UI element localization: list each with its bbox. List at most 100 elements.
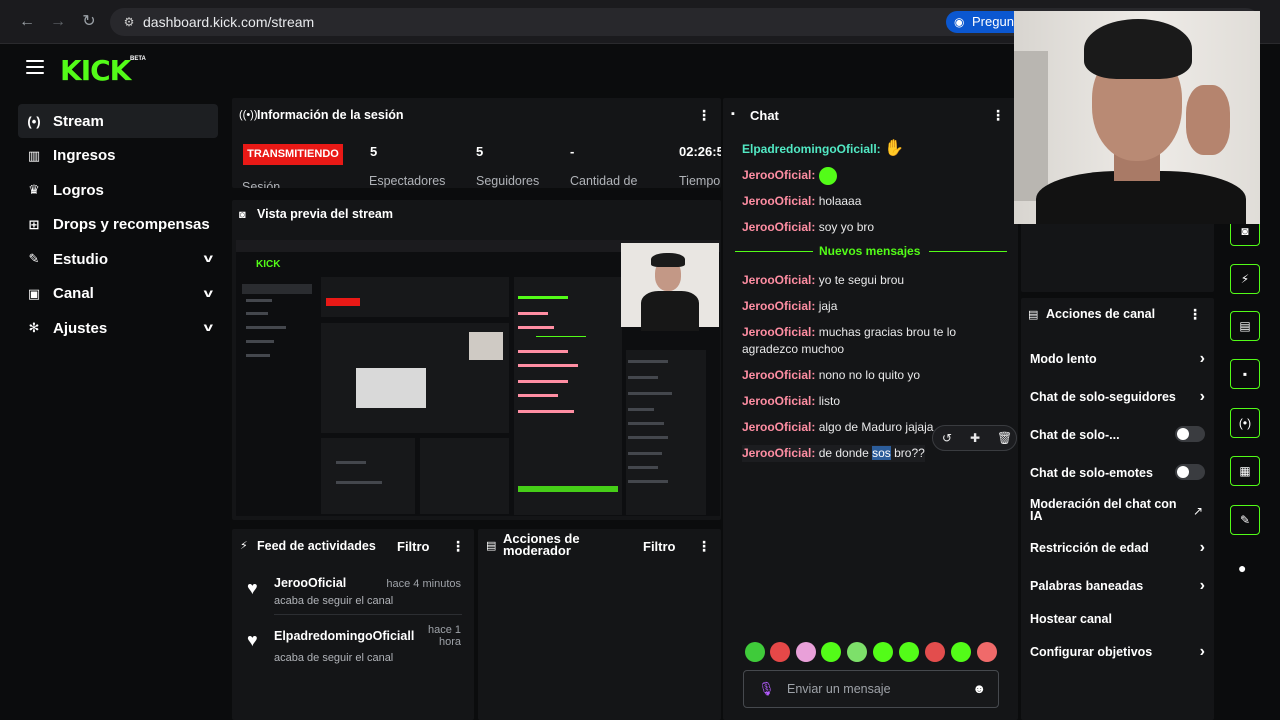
chat-message[interactable]: JerooOficial: muchas gracias brou te lo … [742,324,992,358]
chat-message[interactable]: JerooOficial: nono no lo quito yo [742,367,920,384]
webcam-overlay [1014,11,1260,224]
kick-logo[interactable]: KICK [60,54,131,87]
layout-icon[interactable]: ▦ [1230,456,1260,486]
chat-message[interactable]: ElpadredomingoOficiall: ✋ [742,140,904,158]
subs-only-toggle[interactable] [1175,426,1205,442]
back-icon[interactable]: ← [17,12,37,32]
emotes-only-toggle[interactable] [1175,464,1205,480]
emote-icon[interactable] [745,642,765,662]
document-icon[interactable]: ▤ [1230,311,1260,341]
emote-icon[interactable] [770,642,790,662]
row-label: Chat de solo-emotes [1030,466,1153,480]
chat-username[interactable]: JerooOficial: [742,368,815,382]
feed-user[interactable]: ElpadredomingoOficiall [274,629,414,643]
chat-message-input[interactable]: 🎙 Enviar un mensaje ☻ [743,670,999,708]
emote-icon[interactable] [899,642,919,662]
emote-icon[interactable] [847,642,867,662]
chat-message[interactable]: JerooOficial: algo de Maduro jajaja [742,419,933,436]
row-label: Configurar objetivos [1030,645,1153,659]
chat-username[interactable]: JerooOficial: [742,446,815,460]
mod-filter-button[interactable]: Filtro [643,539,676,554]
chat-username[interactable]: JerooOficial: [742,420,815,434]
more-options-icon[interactable]: ⋮ [991,107,1005,124]
chat-message[interactable]: JerooOficial: jaja [742,298,837,315]
stream-preview-video[interactable]: KICK [236,240,720,516]
sidebar-item-drops[interactable]: ⊞ Drops y recompensas [18,208,218,242]
age-restriction-row[interactable]: Restricción de edad › [1030,539,1205,556]
row-label: Palabras baneadas [1030,579,1144,593]
sidebar-item-ajustes[interactable]: ✻ Ajustes v [18,311,218,345]
chat-text: bro?? [890,446,925,460]
emote-icon[interactable] [951,642,971,662]
chat-message[interactable]: JerooOficial: holaaaa [742,193,861,210]
followers-only-row[interactable]: Chat de solo-seguidores › [1030,388,1205,405]
time-label: Tiempo [679,174,721,188]
sidebar-item-stream[interactable]: (•) Stream [18,104,218,138]
reply-icon[interactable]: ↺ [942,431,952,445]
divider [274,614,462,615]
panel-title-line2: moderador [503,543,571,558]
sidebar: (•) Stream ▥ Ingresos ♛ Logros ⊞ Drops y… [18,104,218,346]
more-options-icon[interactable]: ⋮ [451,538,465,555]
more-options-icon[interactable]: ⋮ [697,538,711,555]
sidebar-item-ingresos[interactable]: ▥ Ingresos [18,139,218,173]
chat-icon[interactable]: ▪ [1230,359,1260,389]
hamburger-menu-icon[interactable] [26,60,44,74]
more-options-icon[interactable]: ⋮ [697,107,711,124]
followers-value: 5 [476,144,484,159]
emote-icon[interactable] [873,642,893,662]
emote-icon[interactable] [977,642,997,662]
panel-title: Chat [750,108,779,123]
chat-username[interactable]: JerooOficial: [742,325,815,339]
reload-icon[interactable]: ↻ [79,12,99,32]
amount-label: Cantidad de [570,174,638,188]
chat-username[interactable]: JerooOficial: [742,168,815,182]
sidebar-item-estudio[interactable]: ✎ Estudio v [18,242,218,276]
lightning-icon[interactable]: ⚡ [1230,264,1260,294]
pin-icon[interactable]: ✚ [970,431,980,445]
shapes-icon[interactable]: ● [1238,560,1246,576]
forward-icon[interactable]: → [48,12,68,32]
row-label: Chat de solo-seguidores [1030,390,1176,404]
chevron-right-icon: › [1199,643,1205,660]
sidebar-item-label: Estudio [53,250,108,268]
chat-username[interactable]: JerooOficial: [742,273,815,287]
chat-username[interactable]: JerooOficial: [742,394,815,408]
broadcast-icon[interactable]: (•) [1230,408,1260,438]
slow-mode-row[interactable]: Modo lento › [1030,350,1205,367]
goals-row[interactable]: Configurar objetivos › [1030,643,1205,660]
wrench-icon[interactable]: ✎ [1230,505,1260,535]
chat-message[interactable]: JerooOficial: [742,167,837,185]
site-settings-icon[interactable]: ⚙ [120,13,138,31]
ai-moderation-row[interactable]: Moderación del chat con IA [1030,498,1180,523]
session-label: Sesión [242,180,281,188]
gear-icon: ✻ [28,320,40,335]
chat-username[interactable]: JerooOficial: [742,299,815,313]
emote-icon[interactable] [821,642,841,662]
heart-icon: ♥ [247,630,258,650]
chat-username[interactable]: JerooOficial: [742,194,815,208]
emoji-icon[interactable]: ☻ [972,681,986,696]
feed-filter-button[interactable]: Filtro [397,539,430,554]
microphone-icon[interactable]: 🎙 [758,681,775,697]
banned-words-row[interactable]: Palabras baneadas › [1030,577,1205,594]
host-channel-row[interactable]: Hostear canal [1030,612,1205,626]
trash-icon[interactable]: 🗑 [997,431,1012,445]
feed-time: hace 1 [427,624,461,636]
chat-username[interactable]: ElpadredomingoOficiall: [742,142,881,156]
emote-icon[interactable] [925,642,945,662]
sidebar-item-label: Drops y recompensas [53,216,210,233]
chat-username[interactable]: JerooOficial: [742,220,815,234]
chat-text: de donde [815,446,873,460]
chat-message[interactable]: JerooOficial: listo [742,393,840,410]
emote-icon[interactable] [796,642,816,662]
feed-user[interactable]: JerooOficial [274,576,346,590]
chat-message[interactable]: JerooOficial: yo te segui brou [742,272,904,289]
sidebar-item-canal[interactable]: ▣ Canal v [18,277,218,311]
external-link-icon[interactable]: ↗ [1193,504,1203,518]
chat-message[interactable]: JerooOficial: soy yo bro [742,219,874,236]
chat-message[interactable]: JerooOficial: de donde sos bro?? [742,445,925,462]
more-options-icon[interactable]: ⋮ [1188,306,1202,323]
sidebar-item-logros[interactable]: ♛ Logros [18,173,218,207]
chat-text: holaaaa [815,194,862,208]
